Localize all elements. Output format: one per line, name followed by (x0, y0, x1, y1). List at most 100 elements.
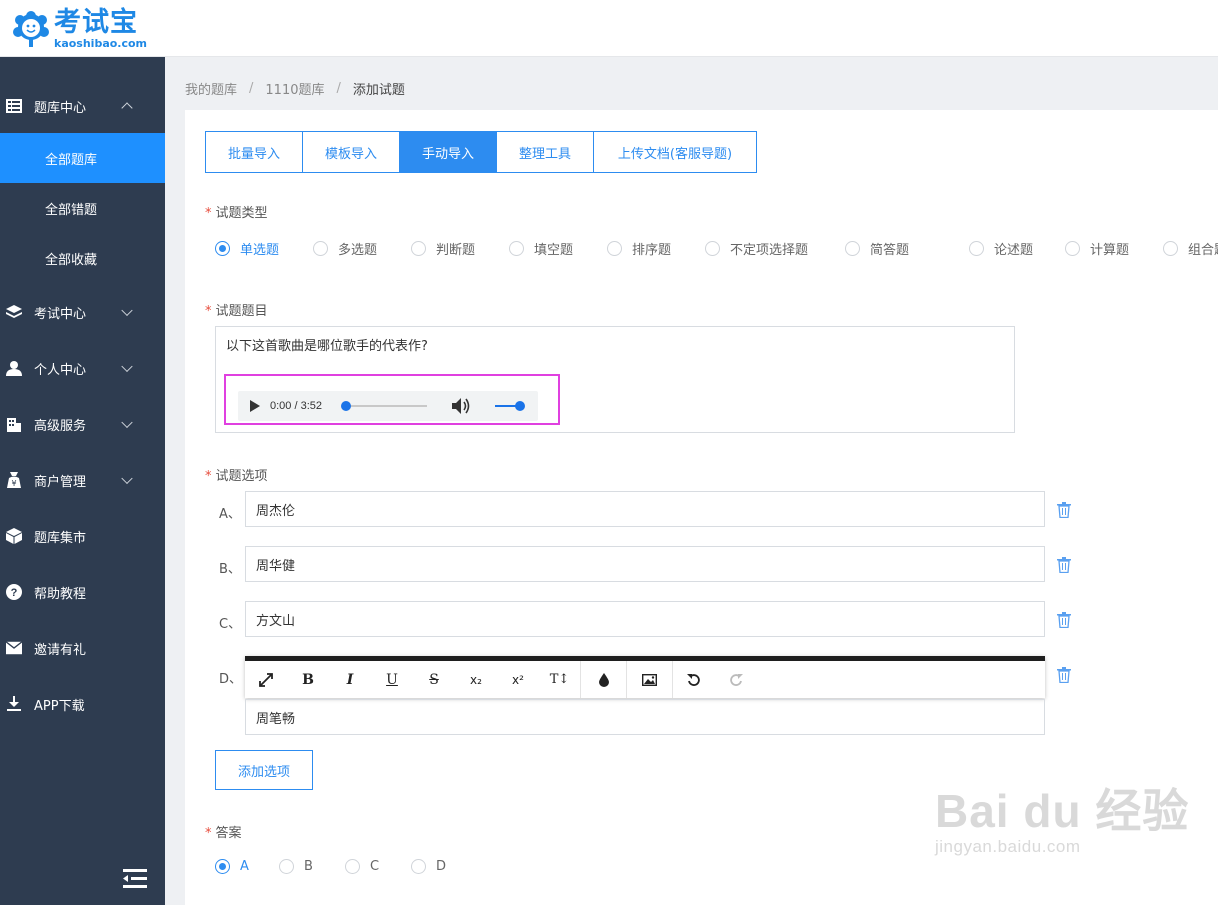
sidebar-item-premium-services[interactable]: 高级服务 (0, 399, 165, 449)
redo-icon[interactable] (715, 661, 757, 698)
tab-batch-import[interactable]: 批量导入 (205, 131, 303, 173)
image-icon[interactable] (627, 661, 673, 698)
sidebar-item-help-tutorial[interactable]: ? 帮助教程 (0, 567, 165, 617)
breadcrumb: 我的题库 / 1110题库 / 添加试题 (185, 79, 405, 98)
logo-mascot-icon (12, 10, 50, 48)
volume-knob[interactable] (515, 401, 525, 411)
svg-text:¥: ¥ (11, 479, 16, 488)
radio-essay[interactable]: 论述题 (969, 239, 1065, 258)
chevron-down-icon (121, 304, 133, 317)
breadcrumb-bank[interactable]: 1110题库 (265, 79, 324, 98)
sidebar-item-personal-center[interactable]: 个人中心 (0, 343, 165, 393)
sidebar-item-label: 商户管理 (34, 474, 87, 490)
sidebar-item-exam-center[interactable]: 考试中心 (0, 287, 165, 337)
svg-text:?: ? (11, 587, 18, 599)
radio-indefinite-choice[interactable]: 不定项选择题 (705, 239, 845, 258)
radio-calculation[interactable]: 计算题 (1065, 239, 1163, 258)
building-icon (6, 416, 22, 432)
sidebar-item-merchant-management[interactable]: ¥ 商户管理 (0, 455, 165, 505)
sidebar-item-label: 题库集市 (34, 530, 87, 546)
option-letter: D、 (219, 672, 243, 687)
question-type-label: * 试题类型 (205, 206, 268, 221)
sidebar-item-label: 高级服务 (34, 418, 87, 434)
sidebar-item-label: 题库中心 (34, 100, 87, 116)
play-icon[interactable] (250, 400, 260, 412)
option-d-input[interactable]: 周笔畅 (245, 699, 1045, 735)
logo[interactable]: 考试宝 kaoshibao.com (12, 6, 147, 52)
baidu-watermark: Bai du 经验 jingyan.baidu.com (935, 775, 1189, 857)
answer-label: * 答案 (205, 826, 242, 841)
audio-player[interactable]: 0:00 / 3:52 (238, 391, 538, 421)
audio-time: 0:00 / 3:52 (270, 400, 322, 412)
top-header: 考试宝 kaoshibao.com (0, 0, 1218, 57)
trash-icon[interactable] (1057, 502, 1071, 519)
radio-answer-a[interactable]: A (215, 859, 279, 874)
chevron-down-icon (121, 416, 133, 429)
sidebar-item-bank-market[interactable]: 题库集市 (0, 511, 165, 561)
breadcrumb-my-banks[interactable]: 我的题库 (185, 79, 237, 98)
font-size-icon[interactable]: T↕ (539, 661, 581, 698)
add-option-button[interactable]: 添加选项 (215, 750, 313, 790)
sidebar-item-invite-gift[interactable]: 邀请有礼 (0, 623, 165, 673)
radio-answer-c[interactable]: C (345, 859, 411, 874)
undo-icon[interactable] (673, 661, 715, 698)
cube-icon (6, 528, 22, 544)
radio-short-answer[interactable]: 简答题 (845, 239, 969, 258)
radio-multiple-choice[interactable]: 多选题 (313, 239, 411, 258)
volume-icon[interactable] (452, 397, 472, 415)
sidebar-subitem-all-banks[interactable]: 全部题库 (0, 133, 165, 183)
radio-ordering[interactable]: 排序题 (607, 239, 705, 258)
question-stem-label: * 试题题目 (205, 304, 268, 319)
question-editor[interactable]: 以下这首歌曲是哪位歌手的代表作? 0:00 / 3:52 (215, 326, 1015, 433)
chevron-down-icon (121, 360, 133, 373)
sidebar-item-label: 邀请有礼 (34, 642, 87, 658)
sidebar-subitem-all-wrong[interactable]: 全部错题 (0, 183, 165, 233)
tab-manual-import[interactable]: 手动导入 (400, 131, 497, 173)
sidebar-item-question-bank-center[interactable]: 题库中心 (0, 81, 165, 131)
audio-progress-track[interactable] (345, 405, 427, 407)
sidebar-item-label: APP下载 (34, 698, 85, 714)
option-a-input[interactable]: 周杰伦 (245, 491, 1045, 527)
option-b-input[interactable]: 周华健 (245, 546, 1045, 582)
option-letter: B、 (219, 562, 241, 577)
trash-icon[interactable] (1057, 612, 1071, 629)
rich-text-toolbar: B I U S x₂ x² T↕ (245, 656, 1045, 698)
sidebar: 题库中心 全部题库 全部错题 全部收藏 考试中心 个人中心 高级服务 ¥ 商户管… (0, 57, 165, 905)
list-icon (6, 98, 22, 114)
option-c-input[interactable]: 方文山 (245, 601, 1045, 637)
fullscreen-icon[interactable] (245, 661, 287, 698)
collapse-sidebar-icon[interactable] (123, 869, 147, 889)
strikethrough-icon[interactable]: S (413, 661, 455, 698)
radio-answer-d[interactable]: D (411, 859, 471, 874)
tab-upload-document[interactable]: 上传文档(客服导题) (594, 131, 757, 173)
merchant-icon: ¥ (6, 472, 22, 488)
underline-icon[interactable]: U (371, 661, 413, 698)
question-text[interactable]: 以下这首歌曲是哪位歌手的代表作? (226, 335, 428, 354)
bold-icon[interactable]: B (287, 661, 329, 698)
trash-icon[interactable] (1057, 557, 1071, 574)
layers-icon (6, 304, 22, 320)
sidebar-item-app-download[interactable]: APP下载 (0, 679, 165, 729)
radio-answer-b[interactable]: B (279, 859, 345, 874)
superscript-icon[interactable]: x² (497, 661, 539, 698)
color-drop-icon[interactable] (581, 661, 627, 698)
italic-icon[interactable]: I (329, 661, 371, 698)
question-type-radio-group: 单选题 多选题 判断题 填空题 排序题 不定项选择题 简答题 论述题 计算题 组… (215, 239, 1218, 258)
audio-progress-knob[interactable] (341, 401, 351, 411)
download-icon (6, 696, 22, 712)
tab-template-import[interactable]: 模板导入 (303, 131, 400, 173)
sidebar-subitem-all-favorites[interactable]: 全部收藏 (0, 233, 165, 283)
subscript-icon[interactable]: x₂ (455, 661, 497, 698)
chevron-up-icon (121, 102, 133, 114)
trash-icon[interactable] (1057, 667, 1071, 684)
radio-composite[interactable]: 组合题 (1163, 239, 1218, 258)
radio-fill-blank[interactable]: 填空题 (509, 239, 607, 258)
breadcrumb-separator: / (249, 81, 254, 96)
logo-name: 考试宝 (54, 7, 138, 38)
logo-domain: kaoshibao.com (54, 37, 148, 50)
envelope-icon (6, 640, 22, 656)
radio-true-false[interactable]: 判断题 (411, 239, 509, 258)
radio-single-choice[interactable]: 单选题 (215, 239, 313, 258)
breadcrumb-current: 添加试题 (352, 83, 405, 98)
tab-organize-tools[interactable]: 整理工具 (497, 131, 594, 173)
